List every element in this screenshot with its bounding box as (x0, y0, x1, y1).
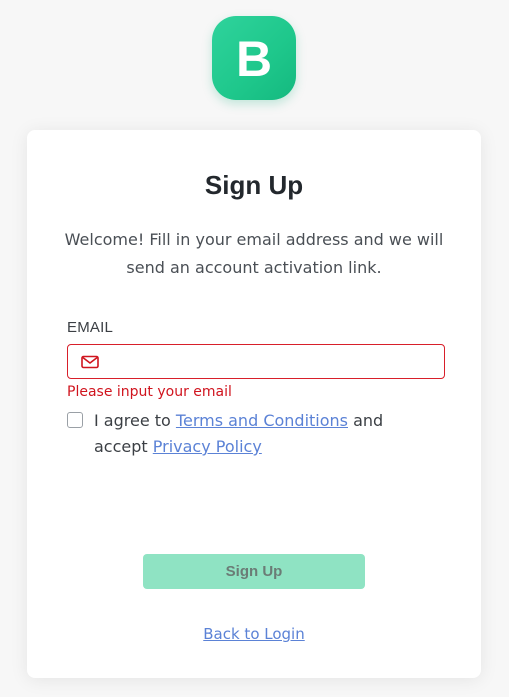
mail-icon (81, 355, 99, 369)
back-to-login-link[interactable]: Back to Login (203, 625, 304, 643)
page-subtitle: Welcome! Fill in your email address and … (64, 230, 444, 277)
logo-letter: B (235, 31, 273, 87)
email-label: EMAIL (67, 319, 114, 336)
signup-card: Sign Up Welcome! Fill in your email addr… (27, 130, 481, 678)
agree-checkbox[interactable] (67, 412, 83, 428)
email-input[interactable] (107, 345, 436, 378)
terms-link[interactable]: Terms and Conditions (176, 411, 348, 430)
page-title: Sign Up (204, 170, 304, 200)
agree-prefix: I agree to (94, 411, 176, 430)
back-link-container: Back to Login (27, 625, 481, 643)
email-field-wrapper[interactable] (67, 344, 445, 379)
signup-button[interactable]: Sign Up (143, 554, 365, 589)
brand-logo: B (212, 16, 296, 100)
privacy-link[interactable]: Privacy Policy (153, 437, 262, 456)
agree-text: I agree to Terms and Conditions and acce… (94, 408, 414, 460)
email-error-message: Please input your email (67, 384, 232, 400)
